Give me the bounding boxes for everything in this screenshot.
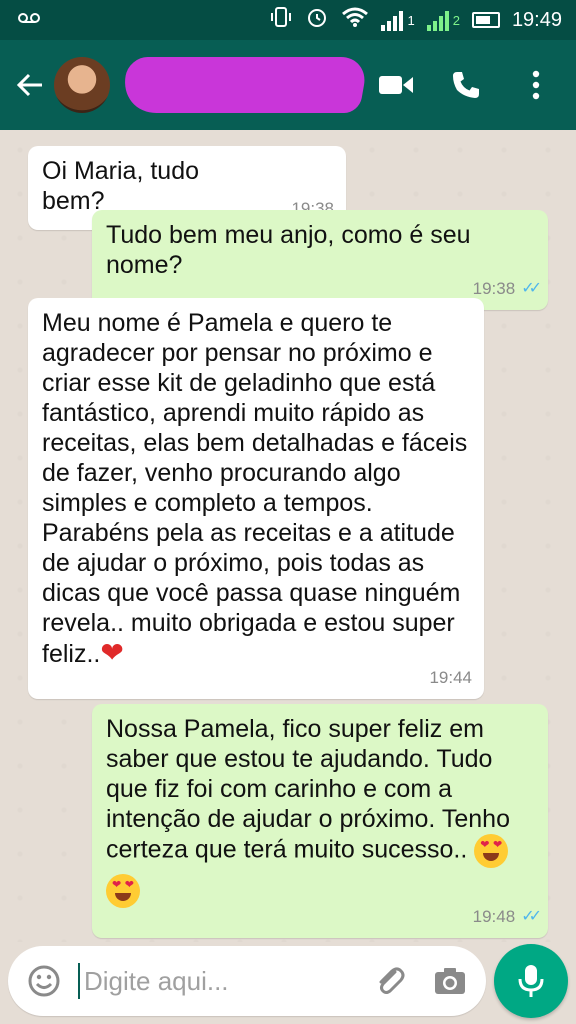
phone-icon	[453, 72, 479, 98]
text-caret	[78, 963, 80, 999]
double-check-icon: ✓✓	[521, 908, 542, 925]
more-vert-icon	[532, 70, 540, 100]
message-time: 19:38 ✓✓	[473, 274, 542, 304]
microphone-icon	[518, 965, 544, 997]
attach-button[interactable]	[370, 961, 410, 1001]
emoji-button[interactable]	[24, 961, 64, 1001]
vibrate-icon	[269, 5, 293, 35]
voice-call-button[interactable]	[448, 67, 484, 103]
arrow-left-icon	[16, 73, 42, 97]
battery-icon	[471, 12, 500, 28]
heart-eyes-emoji	[106, 874, 140, 908]
composer-bar: Digite aqui...	[0, 942, 576, 1024]
message-incoming[interactable]: Meu nome é Pamela e quero te agradecer p…	[28, 298, 484, 699]
message-text: Tudo bem meu anjo, como é seu nome?	[106, 221, 471, 279]
smiley-icon	[28, 965, 60, 997]
contact-name-redacted[interactable]	[119, 57, 369, 113]
video-call-button[interactable]	[378, 67, 414, 103]
signal-sim1-icon	[381, 9, 404, 31]
alarm-icon	[305, 5, 329, 35]
message-timestamp: 19:44	[429, 668, 472, 687]
red-heart-emoji: ❤	[100, 637, 124, 668]
voicemail-icon	[18, 11, 40, 30]
chat-header	[0, 40, 576, 130]
message-text: Nossa Pamela, fico super feliz em saber …	[106, 715, 510, 864]
double-check-icon: ✓✓	[521, 280, 542, 297]
camera-button[interactable]	[430, 961, 470, 1001]
message-time: 19:48 ✓✓	[472, 902, 542, 932]
message-outgoing[interactable]: Nossa Pamela, fico super feliz em saber …	[92, 704, 548, 938]
more-options-button[interactable]	[518, 67, 554, 103]
status-bar: 1 2 19:49	[0, 0, 576, 40]
clock: 19:49	[511, 8, 562, 31]
message-time: 19:44	[429, 663, 472, 693]
camera-icon	[435, 968, 465, 994]
message-input[interactable]: Digite aqui...	[84, 966, 229, 997]
message-input-container[interactable]: Digite aqui...	[8, 946, 486, 1016]
avatar[interactable]	[54, 57, 110, 113]
paperclip-icon	[379, 967, 405, 994]
message-timestamp: 19:48	[472, 907, 516, 926]
video-call-icon	[379, 76, 413, 94]
message-text: Meu nome é Pamela e quero te agradecer p…	[42, 309, 468, 668]
back-button[interactable]	[10, 65, 50, 105]
sim2-label: 2	[452, 12, 460, 28]
sim1-label: 1	[407, 12, 415, 28]
heart-eyes-emoji	[474, 834, 509, 868]
message-list[interactable]: Oi Maria, tudo bem? 19:38 Tudo bem meu a…	[0, 130, 576, 942]
message-text: Oi Maria, tudo bem?	[42, 157, 200, 215]
signal-sim2-icon	[426, 9, 449, 31]
wifi-icon	[341, 6, 369, 34]
message-outgoing[interactable]: Tudo bem meu anjo, como é seu nome? 19:3…	[92, 210, 548, 310]
mic-button[interactable]	[494, 944, 568, 1018]
